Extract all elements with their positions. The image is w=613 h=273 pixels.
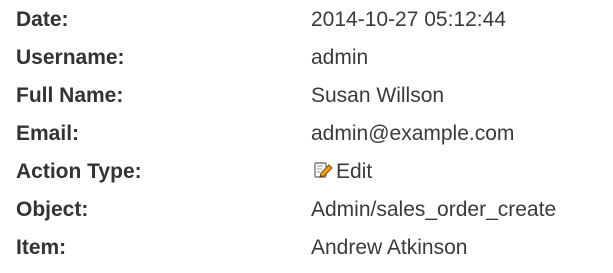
action-type-value: Edit (311, 153, 372, 191)
date-label: Date: (16, 8, 69, 31)
full-name-label: Full Name: (16, 84, 124, 107)
email-value: admin@example.com (311, 122, 515, 145)
email-label: Email: (16, 122, 80, 145)
action-type-text: Edit (336, 160, 373, 183)
object-value: Admin/sales_order_create (311, 198, 557, 221)
username-value: admin (311, 46, 369, 69)
item-value: Andrew Atkinson (311, 236, 468, 259)
action-type-label: Action Type: (16, 160, 142, 183)
detail-row-item: Item: Andrew Atkinson (0, 229, 613, 267)
full-name-value: Susan Willson (311, 84, 445, 107)
detail-row-date: Date: 2014-10-27 05:12:44 (0, 1, 613, 39)
username-label: Username: (16, 46, 125, 69)
detail-row-email: Email: admin@example.com (0, 115, 613, 153)
edit-icon (311, 160, 333, 182)
object-label: Object: (16, 198, 89, 221)
item-label: Item: (16, 236, 67, 259)
detail-row-full-name: Full Name: Susan Willson (0, 77, 613, 115)
detail-row-username: Username: admin (0, 39, 613, 77)
action-log-details: Date: 2014-10-27 05:12:44 Username: admi… (0, 0, 613, 273)
detail-row-action-type: Action Type: Edit (0, 153, 613, 191)
date-value: 2014-10-27 05:12:44 (311, 8, 506, 31)
detail-row-object: Object: Admin/sales_order_create (0, 191, 613, 229)
